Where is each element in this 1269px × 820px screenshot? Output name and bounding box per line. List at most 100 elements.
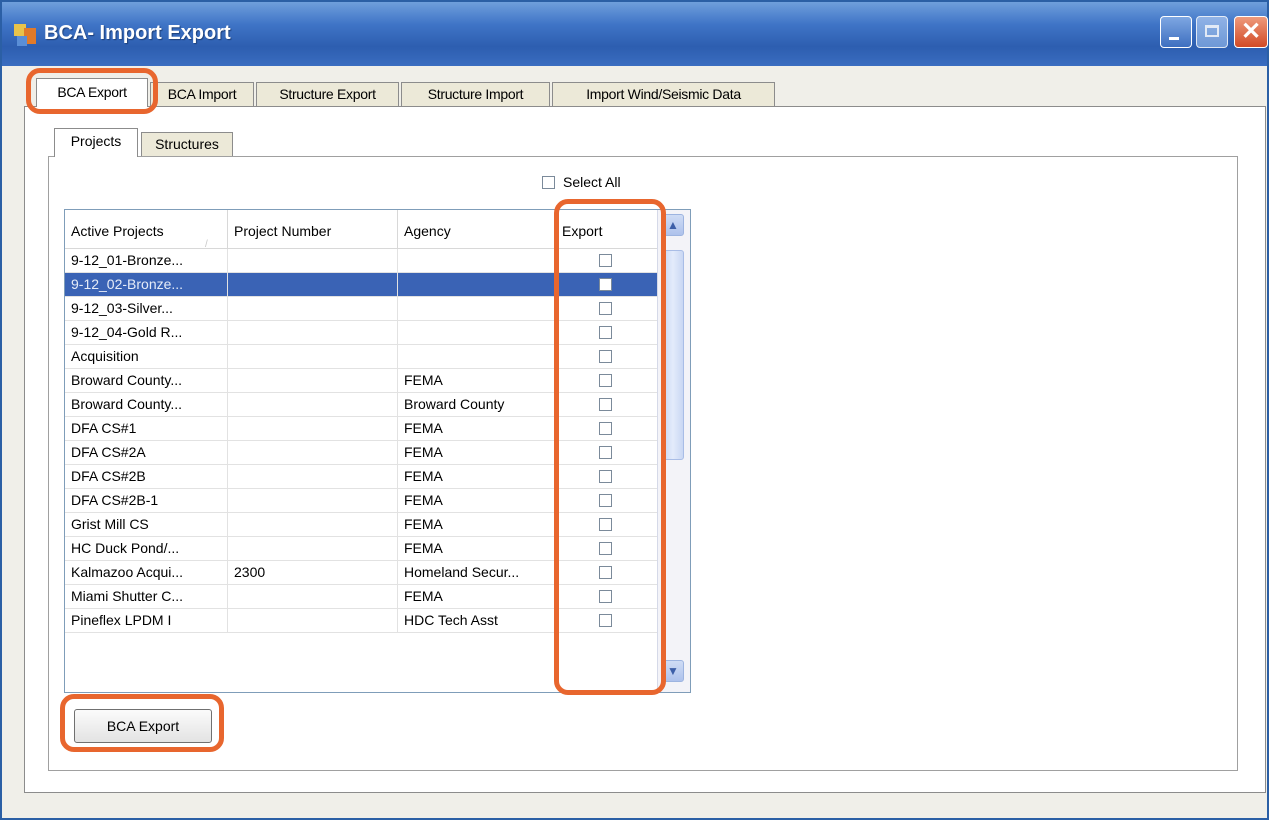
cell-active-project[interactable]: Acquisition [65, 345, 228, 368]
export-checkbox[interactable] [599, 302, 612, 315]
export-checkbox[interactable] [599, 446, 612, 459]
tab-bca-export[interactable]: BCA Export [36, 78, 148, 107]
export-checkbox[interactable] [599, 398, 612, 411]
select-all-checkbox[interactable] [542, 175, 555, 189]
export-checkbox[interactable] [599, 518, 612, 531]
cell-agency[interactable]: FEMA [398, 537, 556, 560]
cell-project-number[interactable] [228, 345, 398, 368]
cell-active-project[interactable]: Kalmazoo Acqui... [65, 561, 228, 584]
grid-vertical-scrollbar[interactable]: ▲ ▼ [657, 210, 690, 692]
cell-active-project[interactable]: DFA CS#1 [65, 417, 228, 440]
cell-agency[interactable]: FEMA [398, 513, 556, 536]
table-row[interactable]: DFA CS#2B FEMA [65, 465, 658, 489]
export-checkbox[interactable] [599, 278, 612, 291]
export-checkbox[interactable] [599, 470, 612, 483]
cell-active-project[interactable]: Grist Mill CS [65, 513, 228, 536]
column-header-active-projects[interactable]: Active Projects / [65, 210, 228, 250]
export-checkbox[interactable] [599, 422, 612, 435]
table-row[interactable]: Grist Mill CS FEMA [65, 513, 658, 537]
cell-agency[interactable]: FEMA [398, 465, 556, 488]
cell-project-number[interactable] [228, 585, 398, 608]
close-button[interactable]: ✕ [1234, 16, 1268, 48]
table-row[interactable]: Miami Shutter C... FEMA [65, 585, 658, 609]
export-checkbox[interactable] [599, 542, 612, 555]
table-row[interactable]: Pineflex LPDM I HDC Tech Asst [65, 609, 658, 633]
cell-project-number[interactable] [228, 417, 398, 440]
bca-export-button[interactable]: BCA Export [74, 709, 212, 743]
maximize-button[interactable] [1196, 16, 1228, 48]
cell-active-project[interactable]: Miami Shutter C... [65, 585, 228, 608]
cell-agency[interactable]: FEMA [398, 441, 556, 464]
select-all[interactable]: Select All [542, 174, 621, 190]
cell-active-project[interactable]: Broward County... [65, 393, 228, 416]
column-header-agency[interactable]: Agency [398, 210, 556, 248]
table-row[interactable]: 9-12_02-Bronze... [65, 273, 658, 297]
cell-project-number[interactable] [228, 321, 398, 344]
cell-project-number[interactable] [228, 369, 398, 392]
cell-agency[interactable] [398, 321, 556, 344]
tab-structure-import[interactable]: Structure Import [401, 82, 550, 106]
cell-agency[interactable] [398, 345, 556, 368]
cell-agency[interactable]: Homeland Secur... [398, 561, 556, 584]
cell-agency[interactable]: HDC Tech Asst [398, 609, 556, 632]
export-checkbox[interactable] [599, 254, 612, 267]
cell-active-project[interactable]: Broward County... [65, 369, 228, 392]
cell-agency[interactable]: FEMA [398, 417, 556, 440]
cell-active-project[interactable]: 9-12_04-Gold R... [65, 321, 228, 344]
cell-agency[interactable] [398, 249, 556, 272]
cell-agency[interactable]: FEMA [398, 489, 556, 512]
cell-project-number[interactable] [228, 297, 398, 320]
scroll-thumb[interactable] [662, 250, 684, 460]
cell-project-number[interactable] [228, 609, 398, 632]
cell-agency[interactable]: FEMA [398, 585, 556, 608]
cell-project-number[interactable] [228, 489, 398, 512]
cell-active-project[interactable]: 9-12_01-Bronze... [65, 249, 228, 272]
cell-project-number[interactable] [228, 393, 398, 416]
cell-project-number[interactable] [228, 273, 398, 296]
scroll-up-icon[interactable]: ▲ [662, 214, 684, 236]
cell-active-project[interactable]: DFA CS#2A [65, 441, 228, 464]
title-bar[interactable]: BCA- Import Export ✕ [2, 2, 1268, 66]
tab-projects[interactable]: Projects [54, 128, 138, 157]
cell-active-project[interactable]: Pineflex LPDM I [65, 609, 228, 632]
minimize-button[interactable] [1160, 16, 1192, 48]
cell-agency[interactable]: FEMA [398, 369, 556, 392]
table-row[interactable]: DFA CS#1 FEMA [65, 417, 658, 441]
cell-active-project[interactable]: 9-12_02-Bronze... [65, 273, 228, 296]
cell-project-number[interactable] [228, 513, 398, 536]
cell-project-number[interactable] [228, 249, 398, 272]
export-checkbox[interactable] [599, 590, 612, 603]
cell-project-number[interactable] [228, 537, 398, 560]
cell-project-number[interactable] [228, 441, 398, 464]
tab-import-wind-seismic[interactable]: Import Wind/Seismic Data [552, 82, 775, 106]
export-checkbox[interactable] [599, 374, 612, 387]
cell-active-project[interactable]: HC Duck Pond/... [65, 537, 228, 560]
tab-structures[interactable]: Structures [141, 132, 233, 156]
export-checkbox[interactable] [599, 350, 612, 363]
table-row[interactable]: HC Duck Pond/... FEMA [65, 537, 658, 561]
table-row[interactable]: DFA CS#2B-1 FEMA [65, 489, 658, 513]
table-row[interactable]: Acquisition [65, 345, 658, 369]
tab-bca-import[interactable]: BCA Import [150, 82, 254, 106]
cell-active-project[interactable]: DFA CS#2B [65, 465, 228, 488]
table-row[interactable]: 9-12_04-Gold R... [65, 321, 658, 345]
cell-agency[interactable] [398, 297, 556, 320]
scroll-down-icon[interactable]: ▼ [662, 660, 684, 682]
table-row[interactable]: 9-12_03-Silver... [65, 297, 658, 321]
cell-active-project[interactable]: 9-12_03-Silver... [65, 297, 228, 320]
column-header-export[interactable]: Export [556, 210, 658, 248]
cell-active-project[interactable]: DFA CS#2B-1 [65, 489, 228, 512]
export-checkbox[interactable] [599, 494, 612, 507]
table-row[interactable]: Broward County... Broward County [65, 393, 658, 417]
table-row[interactable]: Broward County... FEMA [65, 369, 658, 393]
tab-structure-export[interactable]: Structure Export [256, 82, 399, 106]
export-checkbox[interactable] [599, 566, 612, 579]
cell-agency[interactable] [398, 273, 556, 296]
table-row[interactable]: DFA CS#2A FEMA [65, 441, 658, 465]
cell-project-number[interactable] [228, 465, 398, 488]
export-checkbox[interactable] [599, 326, 612, 339]
cell-project-number[interactable]: 2300 [228, 561, 398, 584]
table-row[interactable]: 9-12_01-Bronze... [65, 249, 658, 273]
column-header-project-number[interactable]: Project Number [228, 210, 398, 248]
table-row[interactable]: Kalmazoo Acqui... 2300 Homeland Secur... [65, 561, 658, 585]
